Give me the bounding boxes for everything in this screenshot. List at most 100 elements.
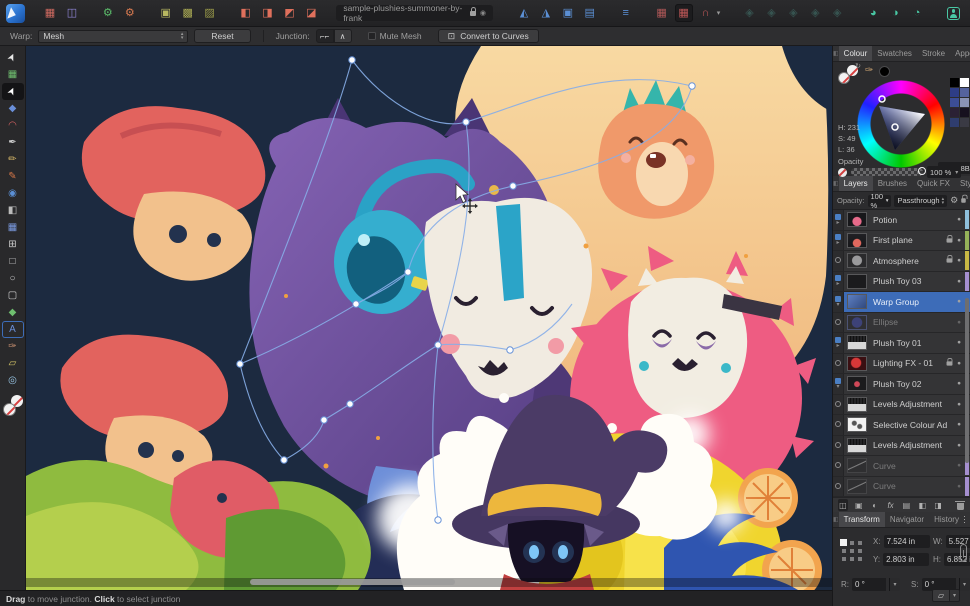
fill-colour-well[interactable]: [3, 403, 16, 416]
geometry-add-icon[interactable]: ◕: [864, 4, 882, 22]
transform[interactable]: Transform: [839, 512, 885, 527]
blend-mode-select[interactable]: Passthrough ▴▾: [894, 195, 947, 207]
layer-name[interactable]: Potion: [873, 215, 955, 225]
layer-name[interactable]: Plush Toy 02: [873, 379, 955, 389]
layer-thumbnail[interactable]: [847, 438, 867, 453]
layer-expand-arrow[interactable]: ▾: [836, 385, 839, 390]
mesh-warp-tool[interactable]: ▦: [2, 219, 24, 236]
point-transform-tool[interactable]: ◆: [2, 100, 24, 117]
layer-visibility-toggle[interactable]: [835, 360, 841, 366]
colour[interactable]: Colour: [839, 46, 873, 61]
styles[interactable]: Styles: [955, 176, 970, 191]
rectangle-tool[interactable]: □: [2, 253, 24, 270]
insert-inside-button[interactable]: ◨: [933, 499, 943, 511]
layer-name[interactable]: First plane: [873, 235, 946, 245]
rotation-select[interactable]: 0 °: [852, 578, 886, 591]
swatch[interactable]: [950, 78, 959, 87]
boolean-subtract-icon[interactable]: ◨: [259, 4, 277, 22]
layer-thumbnail[interactable]: [847, 376, 867, 391]
swatch[interactable]: [960, 88, 969, 97]
layer-thumbnail[interactable]: [847, 212, 867, 227]
layer-thumbnail[interactable]: [847, 397, 867, 412]
colour-wheel[interactable]: [857, 80, 945, 168]
layer-thumbnail[interactable]: [847, 294, 867, 309]
swatches[interactable]: Swatches: [872, 46, 917, 61]
layer-expand-arrow[interactable]: ▸: [836, 344, 839, 349]
quick-fx[interactable]: Quick FX: [912, 176, 955, 191]
navigator[interactable]: Navigator: [885, 512, 929, 527]
opacity-slider-knob[interactable]: [918, 167, 926, 175]
affinity-logo-icon[interactable]: [6, 4, 25, 23]
snap-candidate-2-icon[interactable]: ◈: [762, 4, 780, 22]
layer-row[interactable]: ▸ Plush Toy 01 ●: [833, 333, 970, 354]
arrange-backward-icon[interactable]: ▤: [581, 4, 599, 22]
layer-thumbnail[interactable]: [847, 253, 867, 268]
opacity-value-select[interactable]: 100 % ▾: [927, 166, 961, 178]
layer-thumbnail[interactable]: [847, 335, 867, 350]
layer-edit-dot[interactable]: ●: [957, 257, 961, 264]
geometry-subtract-icon[interactable]: ◑: [886, 4, 904, 22]
snapping-magnet-icon[interactable]: ∩: [697, 4, 715, 22]
layer-edit-dot[interactable]: ●: [957, 319, 961, 326]
eyedropper-icon[interactable]: ✑: [865, 65, 873, 76]
snap-candidate-4-icon[interactable]: ◈: [806, 4, 824, 22]
layer-thumbnail[interactable]: [847, 479, 867, 494]
swatch[interactable]: [960, 108, 969, 117]
corner-tool[interactable]: ◠: [2, 117, 24, 134]
layer-visibility-toggle[interactable]: [835, 421, 841, 427]
layer-edit-dot[interactable]: ●: [957, 278, 961, 285]
layer-edit-dot[interactable]: ●: [957, 442, 961, 449]
layer-row[interactable]: Lighting FX - 01 ●: [833, 354, 970, 375]
canvas-hscrollbar-thumb[interactable]: [250, 579, 455, 585]
layer-edit-dot[interactable]: ●: [957, 216, 961, 223]
layer-edit-dot[interactable]: ●: [957, 380, 961, 387]
artboard-layout-icon[interactable]: ◫: [63, 4, 81, 22]
snap-bounds-icon[interactable]: ▣: [157, 4, 175, 22]
appearance[interactable]: Appearance: [950, 46, 970, 61]
fill-stroke-selector[interactable]: [2, 395, 24, 417]
flip-horizontal-icon[interactable]: ◭: [515, 4, 533, 22]
delete-layer-button[interactable]: [955, 499, 965, 511]
layer-visibility-toggle[interactable]: [835, 319, 841, 325]
picked-colour-swatch[interactable]: [879, 66, 890, 77]
shape-tool[interactable]: ◆: [2, 304, 24, 321]
layer-row[interactable]: Ellipse ●: [833, 313, 970, 334]
swatch[interactable]: [960, 98, 969, 107]
history[interactable]: History: [929, 512, 964, 527]
layer-thumbnail[interactable]: [847, 458, 867, 473]
mute-mesh-checkbox[interactable]: Mute Mesh: [368, 31, 422, 41]
stroke[interactable]: Stroke: [917, 46, 950, 61]
swatch[interactable]: [960, 118, 969, 127]
layer-edit-dot[interactable]: ●: [957, 237, 961, 244]
fill-tool[interactable]: ◉: [2, 185, 24, 202]
layer-expand-arrow[interactable]: ▸: [836, 241, 839, 246]
apps-grid-icon[interactable]: ▦: [41, 4, 59, 22]
snap-object-icon[interactable]: ▨: [201, 4, 219, 22]
layer-name[interactable]: Curve: [873, 461, 955, 471]
layer-name[interactable]: Plush Toy 01: [873, 338, 955, 348]
geometry-xor-icon[interactable]: ◔: [908, 4, 926, 22]
layer-row[interactable]: Curve ●: [833, 456, 970, 477]
anchor-point-selector[interactable]: [841, 540, 865, 564]
snap-candidate-1-icon[interactable]: ◈: [741, 4, 759, 22]
live-filter-button[interactable]: ▤: [902, 499, 912, 511]
link-layer-button[interactable]: ◫: [838, 499, 848, 511]
canvas[interactable]: [26, 46, 832, 590]
layer-thumbnail[interactable]: [847, 233, 867, 248]
layer-thumbnail[interactable]: [847, 417, 867, 432]
layer-name[interactable]: Curve: [873, 481, 955, 491]
ruler-tool[interactable]: ▱: [2, 355, 24, 372]
layer-visibility-toggle[interactable]: [835, 337, 841, 343]
rounded-rectangle-tool[interactable]: ▢: [2, 287, 24, 304]
pen-tool[interactable]: ✒: [2, 134, 24, 151]
alignment-icon[interactable]: ≡: [617, 4, 635, 22]
crop-tool[interactable]: ⊞: [2, 236, 24, 253]
boolean-add-icon[interactable]: ◧: [237, 4, 255, 22]
text-tool[interactable]: A: [2, 321, 24, 338]
layer-expand-arrow[interactable]: ▸: [836, 221, 839, 226]
layer-visibility-toggle[interactable]: [835, 214, 841, 220]
layer-edit-dot[interactable]: ●: [957, 401, 961, 408]
layer-visibility-toggle[interactable]: [835, 378, 841, 384]
layer-row[interactable]: Levels Adjustment ●: [833, 436, 970, 457]
colour-picker-tool[interactable]: ✑: [2, 338, 24, 355]
